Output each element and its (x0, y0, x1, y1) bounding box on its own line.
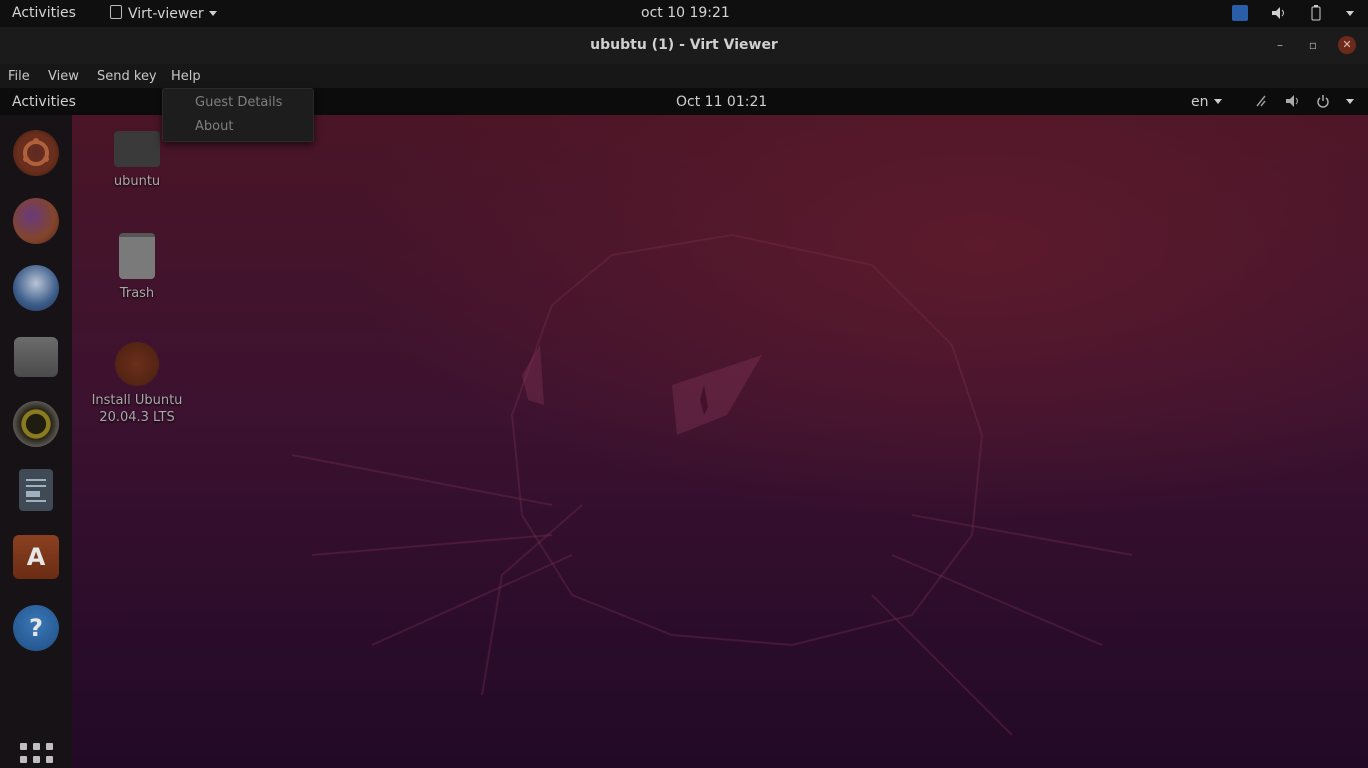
dock: A ? (0, 115, 72, 768)
volume-icon[interactable] (1270, 5, 1286, 21)
show-applications-icon[interactable] (20, 743, 53, 768)
power-icon[interactable] (1316, 94, 1330, 108)
rhythmbox-icon[interactable] (13, 401, 59, 447)
guest-clock[interactable]: Oct 11 01:21 (676, 94, 767, 110)
desktop-icon-label: Install Ubuntu 20.04.3 LTS (91, 393, 183, 425)
menu-file[interactable]: File (8, 69, 30, 84)
guest-display[interactable]: Activities Oct 11 01:21 en A ? ubuntu Tr… (0, 88, 1368, 768)
home-folder-icon (114, 131, 160, 167)
menu-item-guest-details[interactable]: Guest Details (195, 95, 282, 110)
window-title: ububtu (1) - Virt Viewer (590, 37, 778, 53)
minimize-button[interactable]: – (1271, 36, 1289, 54)
virt-viewer-app-icon (110, 5, 122, 19)
system-menu-chevron-icon[interactable] (1346, 10, 1354, 16)
desktop-icon-label: ubuntu (113, 174, 161, 189)
document-lines-icon (26, 479, 46, 502)
help-glyph: ? (29, 614, 43, 642)
host-activities-button[interactable]: Activities (12, 5, 76, 21)
firefox-icon[interactable] (13, 198, 59, 244)
menu-bar: File View Send key Help (0, 64, 1368, 88)
desktop-wallpaper (72, 115, 1368, 768)
guest-system-tray[interactable] (1254, 94, 1354, 108)
menu-item-about[interactable]: About (195, 119, 233, 134)
wallpaper-cat-artwork (291, 233, 1133, 736)
thunderbird-icon[interactable] (13, 265, 59, 311)
menu-help[interactable]: Help (171, 69, 201, 84)
window-title-bar[interactable]: ububtu (1) - Virt Viewer – ▫ ✕ (0, 27, 1368, 65)
trash-icon (119, 233, 155, 279)
host-top-bar: Activities Virt-viewer oct 10 19:21 (0, 0, 1368, 27)
guest-language-indicator[interactable]: en (1191, 94, 1222, 110)
system-menu-chevron-icon[interactable] (1346, 98, 1354, 104)
volume-icon[interactable] (1284, 94, 1300, 108)
ubuntu-icon[interactable] (13, 130, 59, 176)
host-app-menu[interactable]: Virt-viewer (110, 5, 217, 22)
menu-view[interactable]: View (48, 69, 79, 84)
host-system-tray[interactable] (1232, 5, 1354, 21)
menu-send-key[interactable]: Send key (97, 69, 157, 84)
chevron-down-icon (1213, 99, 1222, 104)
writer-icon[interactable] (19, 469, 53, 511)
desktop-icon-label: Trash (119, 286, 155, 301)
language-label: en (1191, 94, 1209, 110)
desktop-icon-install-ubuntu[interactable]: Install Ubuntu 20.04.3 LTS (87, 342, 187, 426)
network-icon[interactable] (1254, 94, 1268, 108)
install-ubuntu-icon (115, 342, 159, 386)
host-clock[interactable]: oct 10 19:21 (641, 5, 730, 21)
help-dropdown-menu: Guest Details About (162, 88, 314, 142)
files-icon[interactable] (14, 337, 58, 377)
chevron-down-icon (208, 11, 217, 16)
host-app-name: Virt-viewer (128, 6, 204, 22)
close-button[interactable]: ✕ (1338, 36, 1356, 54)
battery-icon[interactable] (1308, 5, 1324, 21)
help-icon[interactable]: ? (13, 605, 59, 651)
desktop-icon-trash[interactable]: Trash (87, 233, 187, 302)
keyboard-indicator-icon[interactable] (1232, 5, 1248, 21)
guest-activities-button[interactable]: Activities (12, 94, 76, 110)
ubuntu-logo-icon (23, 138, 49, 166)
software-glyph: A (26, 543, 46, 571)
software-icon[interactable]: A (13, 535, 59, 579)
maximize-button[interactable]: ▫ (1304, 36, 1322, 54)
